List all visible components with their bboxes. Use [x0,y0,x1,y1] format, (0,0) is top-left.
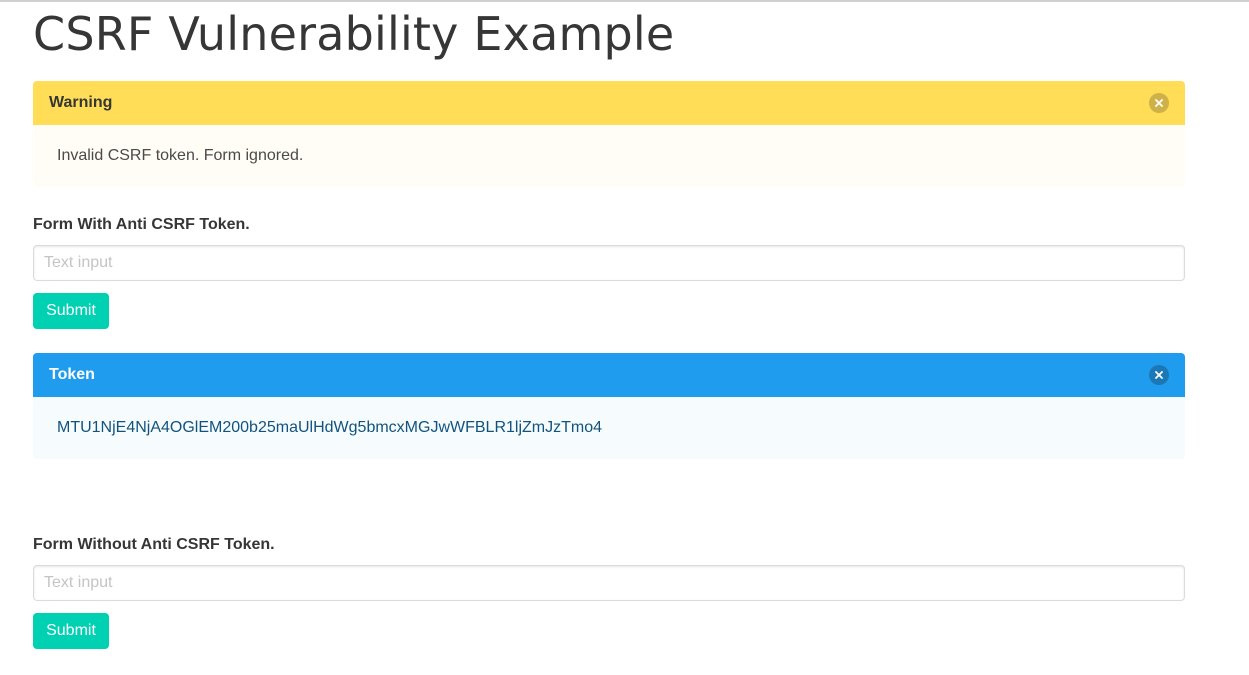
text-input-without-token[interactable] [33,565,1185,601]
text-input-with-token[interactable] [33,245,1185,281]
close-icon[interactable] [1149,365,1169,385]
token-header: Token [33,353,1185,397]
warning-header: Warning [33,81,1185,125]
warning-message: Warning Invalid CSRF token. Form ignored… [33,81,1185,187]
form-with-token-label: Form With Anti CSRF Token. [33,216,250,233]
close-icon[interactable] [1149,93,1169,113]
token-value: MTU1NjE4NjA4OGlEM200b25maUlHdWg5bmcxMGJw… [33,397,1185,459]
warning-header-label: Warning [49,94,113,111]
submit-button-without-token[interactable]: Submit [33,613,109,649]
token-header-label: Token [49,366,95,383]
token-message: Token MTU1NjE4NjA4OGlEM200b25maUlHdWg5bm… [33,353,1185,459]
warning-body: Invalid CSRF token. Form ignored. [33,125,1185,187]
top-border [0,0,1249,2]
form-without-token-label: Form Without Anti CSRF Token. [33,536,275,553]
page-title: CSRF Vulnerability Example [33,7,675,61]
submit-button-with-token[interactable]: Submit [33,293,109,329]
